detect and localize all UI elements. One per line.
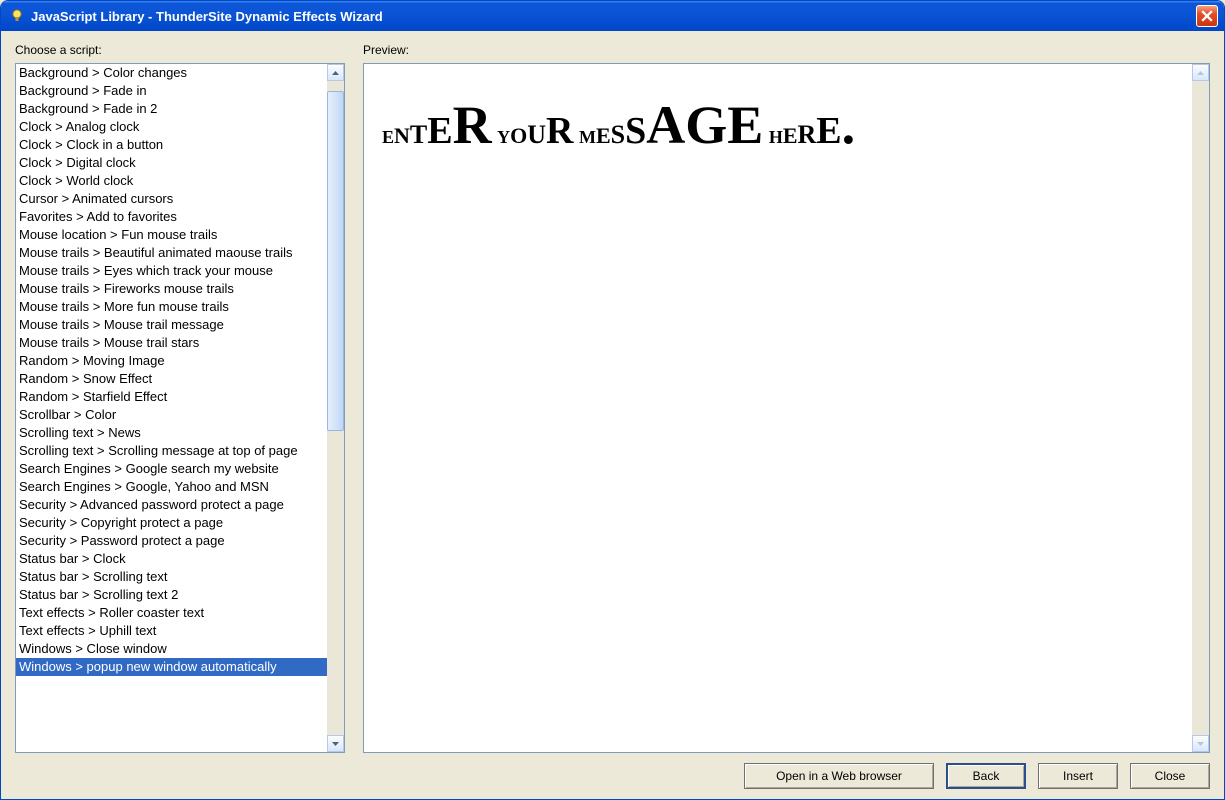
list-item[interactable]: Random > Moving Image [16, 352, 327, 370]
choose-script-label: Choose a script: [15, 43, 345, 57]
list-item[interactable]: Search Engines > Google, Yahoo and MSN [16, 478, 327, 496]
list-item[interactable]: Mouse trails > Beautiful animated maouse… [16, 244, 327, 262]
list-item[interactable]: Status bar > Clock [16, 550, 327, 568]
list-item[interactable]: Security > Password protect a page [16, 532, 327, 550]
dialog-window: JavaScript Library - ThunderSite Dynamic… [0, 0, 1225, 800]
list-item[interactable]: Search Engines > Google search my websit… [16, 460, 327, 478]
listbox-scrollbar[interactable] [327, 64, 344, 752]
list-item[interactable]: Mouse trails > Fireworks mouse trails [16, 280, 327, 298]
list-item[interactable]: Status bar > Scrolling text 2 [16, 586, 327, 604]
list-item[interactable]: Clock > World clock [16, 172, 327, 190]
list-item[interactable]: Mouse trails > Mouse trail message [16, 316, 327, 334]
button-bar: Open in a Web browser Back Insert Close [15, 753, 1210, 789]
list-item[interactable]: Mouse trails > Mouse trail stars [16, 334, 327, 352]
close-button[interactable]: Close [1130, 763, 1210, 789]
list-item[interactable]: Random > Starfield Effect [16, 388, 327, 406]
list-item[interactable]: Windows > Close window [16, 640, 327, 658]
back-button[interactable]: Back [946, 763, 1026, 789]
client-area: Choose a script: Background > Color chan… [1, 31, 1224, 799]
list-item[interactable]: Security > Advanced password protect a p… [16, 496, 327, 514]
scroll-thumb[interactable] [327, 91, 344, 431]
preview-pane: ENTER YOUR MESSAGE HERE. [363, 63, 1210, 753]
list-item[interactable]: Background > Fade in 2 [16, 100, 327, 118]
list-item[interactable]: Cursor > Animated cursors [16, 190, 327, 208]
list-item[interactable]: Clock > Digital clock [16, 154, 327, 172]
list-item[interactable]: Mouse trails > Eyes which track your mou… [16, 262, 327, 280]
script-listbox[interactable]: Background > Color changesBackground > F… [15, 63, 345, 753]
titlebar[interactable]: JavaScript Library - ThunderSite Dynamic… [1, 1, 1224, 31]
list-item[interactable]: Scrolling text > Scrolling message at to… [16, 442, 327, 460]
uphill-text: ENTER YOUR MESSAGE HERE. [382, 94, 1174, 156]
preview-scrollbar[interactable] [1192, 64, 1209, 752]
list-item[interactable]: Favorites > Add to favorites [16, 208, 327, 226]
preview-label: Preview: [363, 43, 1210, 57]
list-item[interactable]: Windows > popup new window automatically [16, 658, 327, 676]
open-in-browser-button[interactable]: Open in a Web browser [744, 763, 934, 789]
insert-button[interactable]: Insert [1038, 763, 1118, 789]
list-item[interactable]: Mouse trails > More fun mouse trails [16, 298, 327, 316]
list-item[interactable]: Mouse location > Fun mouse trails [16, 226, 327, 244]
list-item[interactable]: Security > Copyright protect a page [16, 514, 327, 532]
list-item[interactable]: Text effects > Roller coaster text [16, 604, 327, 622]
list-item[interactable]: Random > Snow Effect [16, 370, 327, 388]
preview-scroll-down-button[interactable] [1192, 735, 1209, 752]
list-item[interactable]: Scrollbar > Color [16, 406, 327, 424]
scroll-down-button[interactable] [327, 735, 344, 752]
lightbulb-icon [9, 8, 25, 24]
preview-scroll-track[interactable] [1192, 81, 1209, 735]
list-item[interactable]: Clock > Analog clock [16, 118, 327, 136]
preview-scroll-up-button[interactable] [1192, 64, 1209, 81]
list-item[interactable]: Clock > Clock in a button [16, 136, 327, 154]
list-item[interactable]: Background > Fade in [16, 82, 327, 100]
window-close-button[interactable] [1196, 5, 1218, 27]
window-title: JavaScript Library - ThunderSite Dynamic… [31, 9, 1196, 24]
list-item[interactable]: Text effects > Uphill text [16, 622, 327, 640]
list-item[interactable]: Background > Color changes [16, 64, 327, 82]
scroll-track[interactable] [327, 81, 344, 735]
list-item[interactable]: Status bar > Scrolling text [16, 568, 327, 586]
preview-content: ENTER YOUR MESSAGE HERE. [364, 64, 1192, 752]
list-item[interactable]: Scrolling text > News [16, 424, 327, 442]
scroll-up-button[interactable] [327, 64, 344, 81]
